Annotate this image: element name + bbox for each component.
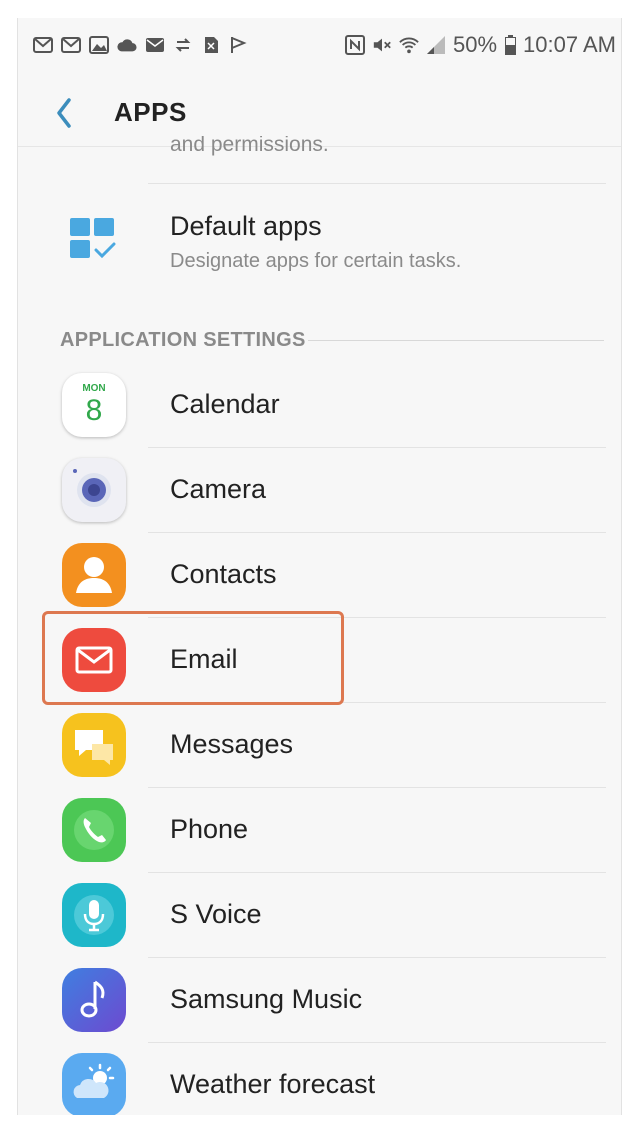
app-item-contacts[interactable]: Contacts	[17, 533, 622, 618]
app-label: Contacts	[170, 559, 277, 589]
microphone-icon	[62, 883, 126, 947]
divider	[148, 183, 606, 184]
app-label: Messages	[170, 729, 294, 759]
gmail-icon	[61, 36, 81, 54]
app-item-calendar[interactable]: MON 8 Calendar	[17, 363, 622, 448]
nfc-icon	[345, 35, 365, 55]
app-item-samsung-music[interactable]: Samsung Music	[17, 958, 622, 1043]
app-label: Email	[170, 644, 238, 674]
app-label: S Voice	[170, 899, 262, 929]
app-label: Phone	[170, 814, 249, 844]
app-item-camera[interactable]: Camera	[17, 448, 622, 533]
back-button[interactable]	[51, 95, 81, 131]
default-apps-title: Default apps	[170, 211, 322, 241]
signal-icon	[426, 36, 446, 54]
mail-icon	[145, 36, 165, 54]
music-note-icon	[62, 968, 126, 1032]
sim-icon	[201, 36, 221, 54]
email-icon	[62, 628, 126, 692]
app-label: Calendar	[170, 389, 280, 419]
app-label: Samsung Music	[170, 984, 363, 1014]
section-header: APPLICATION SETTINGS	[60, 329, 306, 351]
app-item-weather-forecast[interactable]: Weather forecast	[17, 1043, 622, 1115]
page-title: APPS	[114, 97, 187, 127]
calendar-icon-month: MON	[82, 383, 106, 394]
notification-icons	[33, 36, 249, 54]
default-apps-icon	[70, 216, 118, 264]
status-bar: 50% 10:07 AM	[17, 18, 622, 72]
gallery-icon	[89, 36, 109, 54]
app-label: Weather forecast	[170, 1069, 376, 1099]
system-status: 50% 10:07 AM	[345, 32, 616, 58]
sync-icon	[173, 36, 193, 54]
mute-icon	[372, 36, 392, 54]
weather-icon	[62, 1053, 126, 1115]
clock: 10:07 AM	[523, 32, 616, 57]
phone-screen: 50% 10:07 AM APPS and permissions. Defau…	[17, 18, 622, 1115]
gmail-icon	[33, 36, 53, 54]
calendar-icon: MON 8	[62, 373, 126, 437]
app-item-phone[interactable]: Phone	[17, 788, 622, 873]
messages-icon	[62, 713, 126, 777]
app-label: Camera	[170, 474, 267, 504]
flag-icon	[229, 36, 249, 54]
app-item-s-voice[interactable]: S Voice	[17, 873, 622, 958]
calendar-icon-day: 8	[85, 394, 103, 427]
camera-icon	[62, 458, 126, 522]
section-divider	[308, 340, 604, 341]
app-item-messages[interactable]: Messages	[17, 703, 622, 788]
chevron-left-icon	[57, 98, 71, 128]
partial-item-subtitle: and permissions.	[170, 136, 329, 156]
app-item-email[interactable]: Email	[17, 618, 622, 703]
contacts-icon	[62, 543, 126, 607]
battery-percent: 50%	[453, 32, 498, 57]
cloud-icon	[117, 36, 137, 54]
battery-icon	[504, 35, 516, 55]
wifi-icon	[399, 36, 419, 54]
phone-icon	[62, 798, 126, 862]
default-apps-subtitle: Designate apps for certain tasks.	[170, 250, 462, 272]
